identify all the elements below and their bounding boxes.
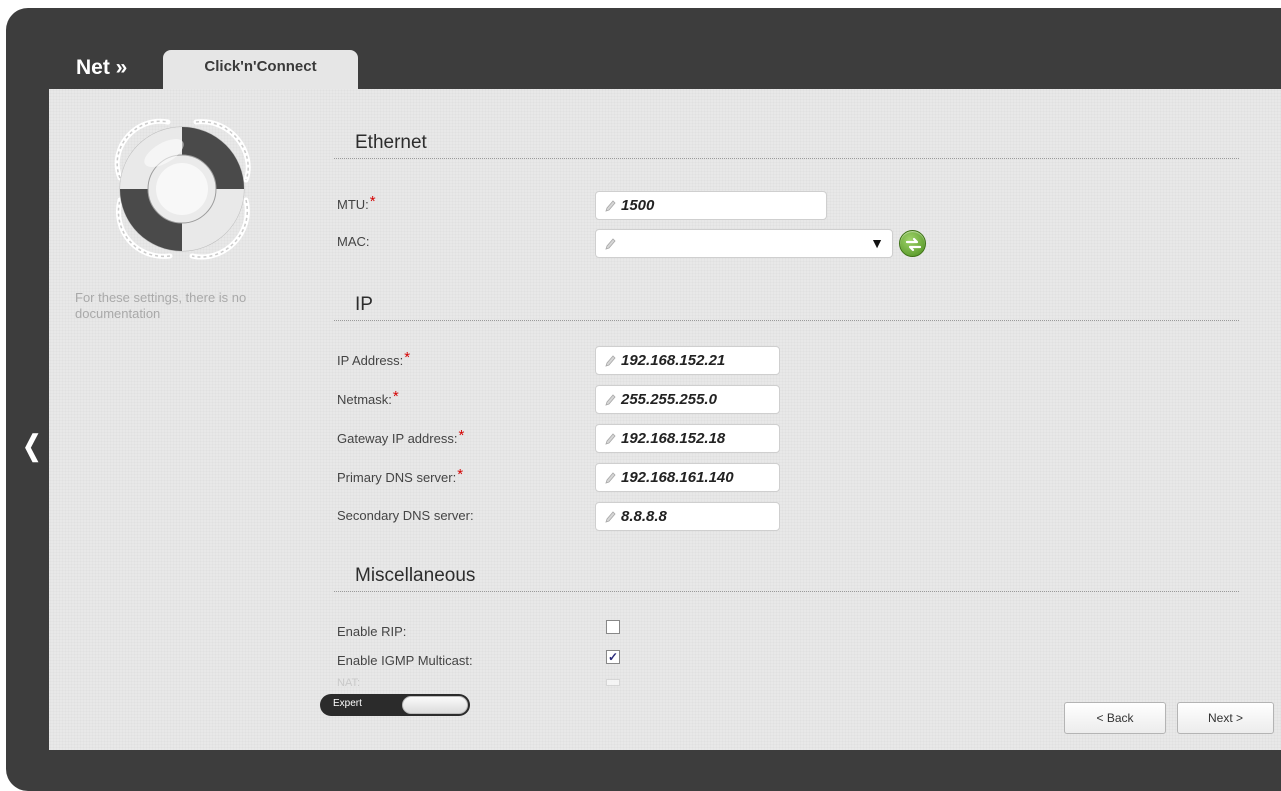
ip-address-input[interactable]: 192.168.152.21 <box>595 346 780 375</box>
enable-rip-label: Enable RIP: <box>337 624 407 639</box>
mtu-input[interactable]: 1500 <box>595 191 827 220</box>
mtu-label: MTU:* <box>337 193 376 213</box>
required-marker: * <box>369 193 376 210</box>
dropdown-arrow-icon[interactable]: ▼ <box>870 235 884 251</box>
primary-dns-label: Primary DNS server:* <box>337 466 464 486</box>
expert-mode-toggle[interactable]: Expert <box>320 694 470 716</box>
pencil-icon <box>605 199 616 212</box>
toggle-knob <box>402 696 468 714</box>
tab-click-n-connect[interactable]: Click'n'Connect <box>163 50 358 94</box>
primary-dns-value: 192.168.161.140 <box>621 469 734 486</box>
gateway-label: Gateway IP address:* <box>337 427 465 447</box>
section-divider <box>334 591 1239 592</box>
back-arrow-icon[interactable]: ❮ <box>22 432 41 460</box>
primary-dns-input[interactable]: 192.168.161.140 <box>595 463 780 492</box>
section-title-ip: IP <box>355 294 373 315</box>
gateway-label-text: Gateway IP address: <box>337 431 458 446</box>
mtu-label-text: MTU: <box>337 197 369 212</box>
secondary-dns-input[interactable]: 8.8.8.8 <box>595 502 780 531</box>
documentation-note: For these settings, there is no document… <box>75 290 247 321</box>
section-title-ethernet: Ethernet <box>355 132 427 153</box>
mac-select[interactable]: ▼ <box>595 229 893 258</box>
primary-dns-label-text: Primary DNS server: <box>337 470 457 485</box>
enable-igmp-checkbox[interactable]: ✓ <box>606 650 620 664</box>
mtu-value: 1500 <box>621 197 655 214</box>
required-marker: * <box>457 466 464 483</box>
nat-checkbox[interactable] <box>606 679 620 686</box>
ip-address-label-text: IP Address: <box>337 353 404 368</box>
pencil-icon <box>605 393 616 406</box>
required-marker: * <box>404 349 411 366</box>
secondary-dns-value: 8.8.8.8 <box>621 508 667 525</box>
netmask-value: 255.255.255.0 <box>621 391 717 408</box>
section-title-miscellaneous: Miscellaneous <box>355 565 476 586</box>
next-button[interactable]: Next > <box>1177 702 1274 734</box>
gateway-input[interactable]: 192.168.152.18 <box>595 424 780 453</box>
refresh-arrows-icon <box>905 237 922 252</box>
pencil-icon <box>605 354 616 367</box>
pencil-icon <box>605 237 616 250</box>
secondary-dns-label: Secondary DNS server: <box>337 508 474 523</box>
netmask-input[interactable]: 255.255.255.0 <box>595 385 780 414</box>
netmask-label-text: Netmask: <box>337 392 392 407</box>
enable-igmp-label: Enable IGMP Multicast: <box>337 653 473 668</box>
refresh-mac-button[interactable] <box>899 230 926 257</box>
ip-address-label: IP Address:* <box>337 349 411 369</box>
netmask-label: Netmask:* <box>337 388 399 408</box>
section-divider <box>334 320 1239 321</box>
back-button[interactable]: < Back <box>1064 702 1166 734</box>
required-marker: * <box>392 388 399 405</box>
brand-title: Net » <box>76 56 128 79</box>
section-divider <box>334 158 1239 159</box>
gateway-value: 192.168.152.18 <box>621 430 726 447</box>
expert-label: Expert <box>333 698 362 709</box>
required-marker: * <box>458 427 465 444</box>
ip-address-value: 192.168.152.21 <box>621 352 726 369</box>
lifebuoy-icon <box>114 118 251 260</box>
enable-rip-checkbox[interactable] <box>606 620 620 634</box>
pencil-icon <box>605 432 616 445</box>
pencil-icon <box>605 510 616 523</box>
mac-label: MAC: <box>337 234 370 249</box>
nat-label: NAT: <box>337 677 361 689</box>
pencil-icon <box>605 471 616 484</box>
